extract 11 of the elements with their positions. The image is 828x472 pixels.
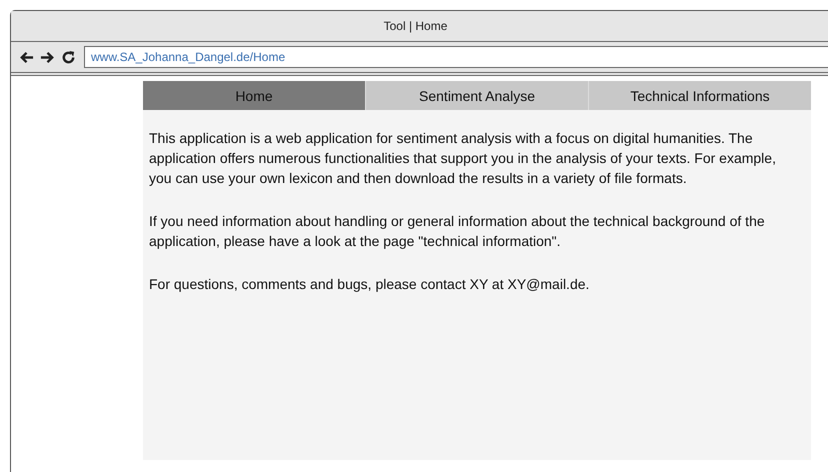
back-icon[interactable] — [19, 50, 34, 64]
paragraph: For questions, comments and bugs, please contact XY at XY@mail.de. — [149, 275, 590, 294]
address-field[interactable]: www.SA_Johanna_Dangel.de/Home — [84, 46, 828, 68]
nav-tab[interactable]: Home — [143, 81, 365, 110]
reload-icon[interactable] — [61, 50, 76, 64]
nav-tab[interactable]: Sentiment Analyse — [365, 81, 588, 110]
paragraph: This application is a web application for sentiment analysis with a focus on digital humanities. The application offers numerous functionalities that support you in the analysis of your texts. For example, you can use your own lexicon and then download the results in a variety of file formats. — [149, 129, 777, 188]
paragraph: If you need information about handling or general information about the technical background of the application, please have a look at the page "technical information". — [149, 212, 766, 251]
forward-icon[interactable] — [40, 50, 55, 64]
nav-tab[interactable]: Technical Informations — [588, 81, 811, 110]
window-title: Tool | Home — [384, 19, 448, 33]
